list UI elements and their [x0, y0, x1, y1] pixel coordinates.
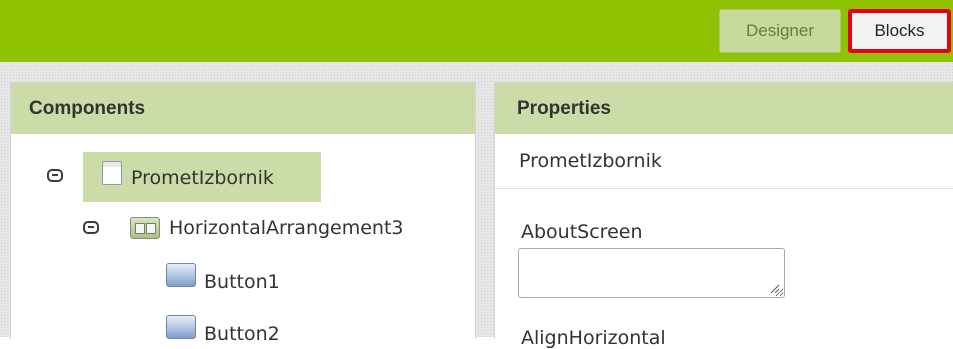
- top-toolbar: Designer Blocks: [0, 0, 953, 62]
- screen-icon: [102, 161, 122, 185]
- collapse-toggle-icon[interactable]: [83, 221, 99, 234]
- button-icon: [166, 263, 196, 287]
- collapse-toggle-icon[interactable]: [47, 169, 63, 182]
- button-icon: [166, 315, 196, 339]
- property-label-aboutscreen: AboutScreen: [521, 221, 643, 243]
- tree-item-prometizbornik[interactable]: PrometIzbornik: [131, 167, 274, 189]
- tree-item-button1[interactable]: Button1: [204, 271, 280, 293]
- components-header: Components: [11, 83, 475, 134]
- properties-header: Properties: [495, 83, 953, 134]
- properties-panel: Properties PrometIzbornik AboutScreen Al…: [494, 82, 953, 349]
- resize-grip-icon[interactable]: [769, 283, 779, 293]
- blocks-button[interactable]: Blocks: [848, 9, 951, 53]
- horizontal-arrangement-icon: [130, 217, 160, 239]
- designer-button[interactable]: Designer: [719, 9, 841, 53]
- property-label-alignhorizontal: AlignHorizontal: [521, 327, 666, 349]
- tree-item-horizontalarrangement3[interactable]: HorizontalArrangement3: [169, 217, 404, 239]
- tree-item-button2[interactable]: Button2: [204, 323, 280, 345]
- properties-component-row: PrometIzbornik: [495, 134, 953, 189]
- aboutscreen-input[interactable]: [518, 248, 785, 298]
- components-panel: Components PrometIzbornik HorizontalArra…: [10, 82, 476, 345]
- selected-component-name: PrometIzbornik: [519, 150, 662, 172]
